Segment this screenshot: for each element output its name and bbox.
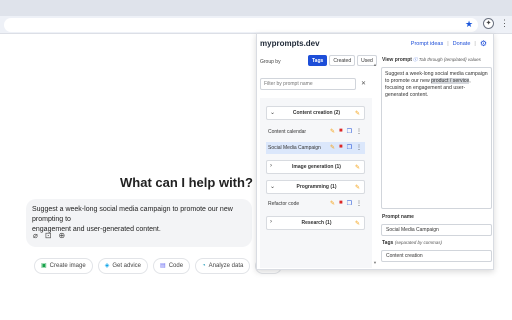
- list-item-selected[interactable]: Social Media Campaign ✎ ■ ❐ ⋮: [266, 142, 365, 154]
- prompt-list-pane: Group by Tags Created Used ✕ ⌄ Content c…: [260, 54, 377, 268]
- edit-icon[interactable]: ✎: [355, 164, 360, 171]
- chart-icon: ◔: [202, 263, 206, 269]
- prompt-name-label: Prompt name: [382, 214, 414, 220]
- info-icon: ⓘ: [413, 57, 418, 62]
- toolbar: [0, 16, 512, 34]
- gear-icon[interactable]: ⚙: [480, 39, 487, 48]
- suggestion-chips: ▣ Create image ◈ Get advice ▤ Code ◔ Analyze…: [34, 258, 283, 274]
- chat-input-text[interactable]: Suggest a week-long social media campaig…: [32, 205, 260, 235]
- prompt-tree: ⌄ Content creation (2) ✎ Content calenda…: [260, 98, 372, 268]
- globe-icon[interactable]: ⊕: [59, 231, 66, 240]
- scrollbar[interactable]: ▲ ▼: [373, 54, 378, 268]
- scroll-up-icon[interactable]: ▲: [373, 62, 377, 67]
- attach-icon[interactable]: ⌀: [33, 231, 38, 240]
- extension-popup: myprompts.dev Prompt ideas | Donate | ⚙ …: [256, 33, 494, 270]
- chip-code[interactable]: ▤ Code: [153, 258, 191, 274]
- edit-icon[interactable]: ✎: [355, 110, 360, 117]
- page-heading: What can I help with?: [120, 175, 253, 190]
- star-icon[interactable]: ★: [465, 17, 473, 31]
- advice-icon: ◈: [104, 263, 110, 269]
- tags-field[interactable]: Content creation: [381, 250, 492, 262]
- copy-icon[interactable]: ❐: [347, 144, 352, 151]
- edit-icon[interactable]: ✎: [330, 128, 335, 135]
- browser-tab-strip: [0, 0, 512, 16]
- edit-icon[interactable]: ✎: [355, 184, 360, 191]
- extension-icon[interactable]: ✦: [483, 18, 494, 29]
- more-icon[interactable]: ⋮: [356, 200, 362, 207]
- donate-link[interactable]: Donate: [453, 41, 471, 47]
- group-by-created-button[interactable]: Created: [329, 55, 356, 66]
- scroll-down-icon[interactable]: ▼: [373, 260, 377, 265]
- image-icon: ▣: [41, 263, 47, 269]
- prompt-ideas-link[interactable]: Prompt ideas: [411, 41, 443, 47]
- list-item[interactable]: Refactor code ✎ ■ ❐ ⋮: [266, 198, 365, 210]
- group-content-creation[interactable]: ⌄ Content creation (2) ✎: [266, 106, 365, 120]
- view-prompt-label: View prompt: [382, 57, 412, 63]
- address-bar[interactable]: [4, 18, 478, 32]
- copy-icon[interactable]: ❐: [347, 128, 352, 135]
- prompt-preview-textarea[interactable]: Suggest a week-long social media campaig…: [381, 67, 492, 209]
- more-icon[interactable]: ⋮: [356, 128, 362, 135]
- edit-icon[interactable]: ✎: [330, 144, 335, 151]
- link-separator: |: [447, 40, 449, 47]
- list-item[interactable]: Content calendar ✎ ■ ❐ ⋮: [266, 126, 365, 138]
- browser-menu-icon[interactable]: ⋮: [500, 18, 509, 29]
- template-highlight: product / service: [431, 78, 470, 84]
- filter-input[interactable]: [260, 78, 356, 90]
- copy-icon[interactable]: ❐: [347, 200, 352, 207]
- chip-create-image[interactable]: ▣ Create image: [34, 258, 93, 274]
- edit-icon[interactable]: ✎: [355, 220, 360, 227]
- prompt-name-field[interactable]: Social Media Campaign: [381, 224, 492, 236]
- more-icon[interactable]: ⋮: [356, 144, 362, 151]
- chip-analyze-data[interactable]: ◔ Analyze data: [195, 258, 251, 274]
- panel-title: myprompts.dev: [260, 39, 320, 48]
- group-image-generation[interactable]: › Image generation (1) ✎: [266, 160, 365, 174]
- trash-icon[interactable]: ■: [339, 128, 343, 135]
- group-programming[interactable]: ⌄ Programming (1) ✎: [266, 180, 365, 194]
- group-research[interactable]: › Research (1) ✎: [266, 216, 365, 230]
- trash-icon[interactable]: ■: [339, 144, 343, 151]
- tags-label: Tags (separated by commas): [382, 240, 442, 246]
- edit-icon[interactable]: ✎: [330, 200, 335, 207]
- trash-icon[interactable]: ■: [339, 200, 343, 207]
- clear-filter-icon[interactable]: ✕: [361, 80, 366, 87]
- prompt-detail-pane: View prompt ⓘ Tab through {templated} va…: [381, 54, 493, 268]
- chip-get-advice[interactable]: ◈ Get advice: [97, 258, 149, 274]
- group-by-label: Group by: [260, 59, 281, 65]
- tools-icon[interactable]: ⊡: [45, 231, 52, 240]
- tab-hint: ⓘ Tab through {templated} values: [413, 57, 481, 62]
- link-separator: |: [474, 40, 476, 47]
- group-by-tags-button[interactable]: Tags: [308, 55, 328, 66]
- code-icon: ▤: [160, 263, 166, 269]
